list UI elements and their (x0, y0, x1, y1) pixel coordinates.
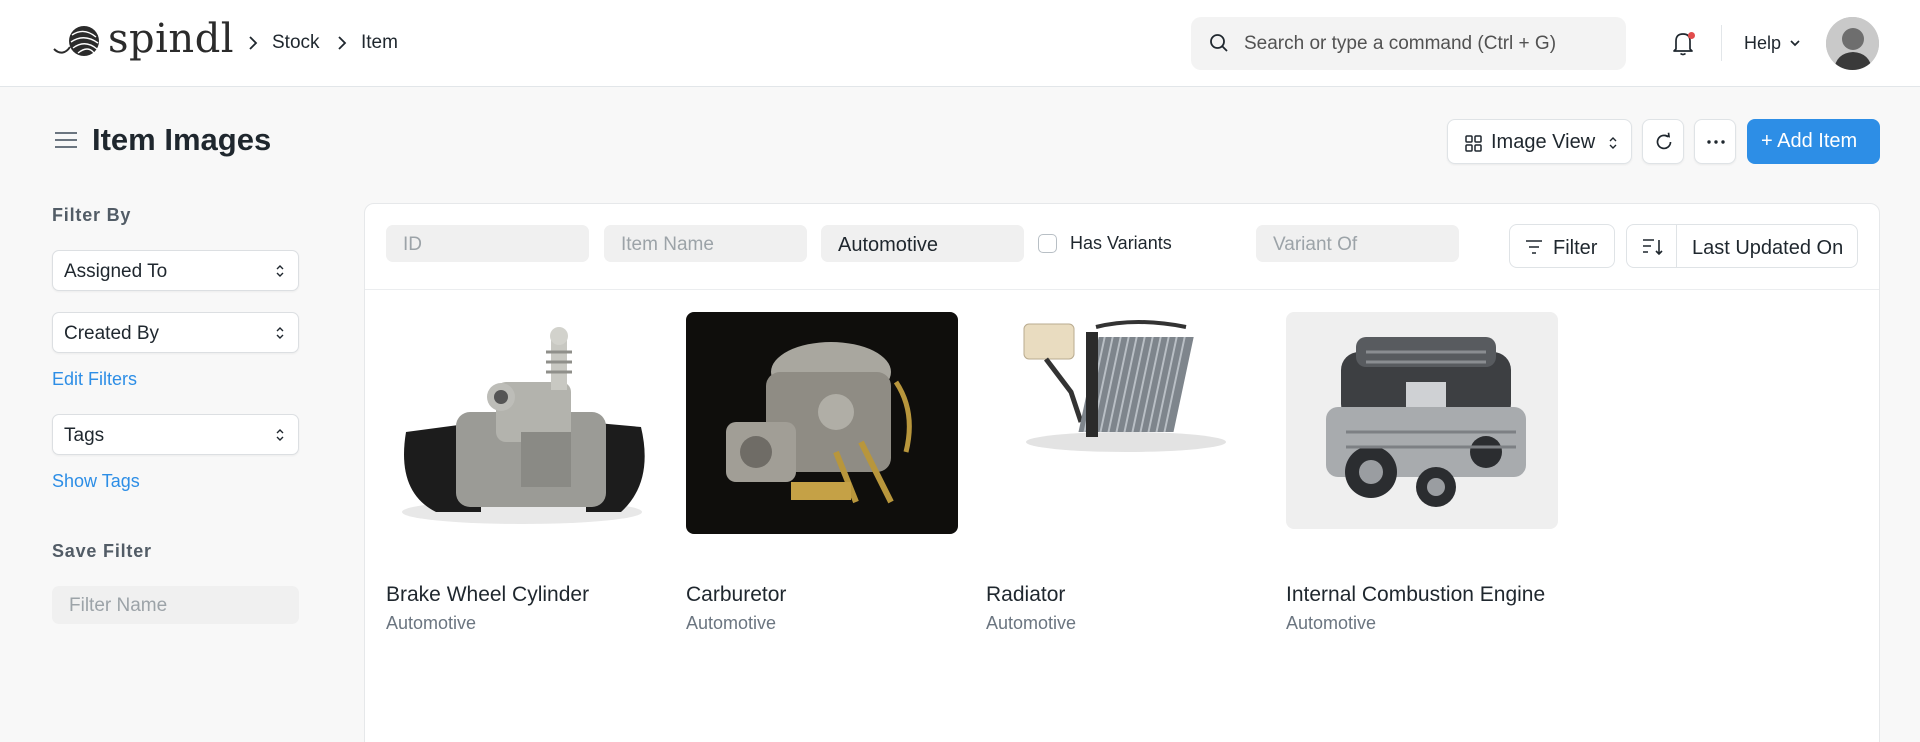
chevron-right-icon (249, 36, 258, 50)
search-icon (1210, 34, 1228, 52)
select-arrows-icon (276, 265, 284, 277)
item-group: Automotive (686, 613, 777, 633)
filter-name-placeholder: Filter Name (69, 595, 168, 616)
refresh-button[interactable] (1642, 119, 1684, 164)
refresh-icon (1656, 132, 1672, 150)
add-item-label: + Add Item (1761, 130, 1858, 152)
item-name[interactable]: Internal Combustion Engine (1286, 583, 1545, 607)
save-filter-heading: Save Filter (52, 541, 152, 561)
id-filter-placeholder: ID (403, 234, 422, 255)
show-tags-link[interactable]: Show Tags (52, 471, 140, 492)
created-by-label: Created By (64, 323, 160, 344)
item-name[interactable]: Brake Wheel Cylinder (386, 583, 589, 607)
has-variants-checkbox[interactable] (1038, 234, 1057, 253)
more-horizontal-icon (1707, 140, 1725, 144)
has-variants-label: Has Variants (1070, 233, 1172, 253)
assigned-to-label: Assigned To (64, 261, 168, 282)
variant-of-filter-placeholder: Variant Of (1273, 234, 1358, 255)
filter-lines-icon (1526, 240, 1542, 254)
item-group: Automotive (1286, 613, 1377, 633)
item-group-filter-value: Automotive (838, 234, 939, 256)
filter-name-input[interactable]: Filter Name (52, 586, 299, 624)
user-avatar[interactable] (1826, 17, 1879, 70)
carburetor-image[interactable] (686, 312, 958, 534)
yarn-ball-logo-icon (53, 26, 99, 56)
engine-image[interactable] (1286, 312, 1558, 529)
tags-label: Tags (64, 425, 105, 446)
filter-by-heading: Filter By (52, 205, 132, 225)
breadcrumb-stock[interactable]: Stock (272, 32, 320, 54)
created-by-select[interactable]: Created By (52, 312, 299, 353)
assigned-to-select[interactable]: Assigned To (52, 250, 299, 291)
item-group-filter-input[interactable]: Automotive (821, 225, 1024, 262)
item-name[interactable]: Radiator (986, 583, 1065, 607)
grid-icon (1465, 135, 1482, 152)
navbar: spindl Stock Item Search or type a comma… (0, 0, 1920, 87)
item-name-filter-input[interactable]: Item Name (604, 225, 807, 262)
edit-filters-link[interactable]: Edit Filters (52, 369, 137, 390)
page-title: Item Images (92, 122, 272, 157)
logo-text: spindl (108, 16, 235, 62)
notification-dot (1688, 32, 1695, 39)
select-arrows-icon (1609, 137, 1617, 149)
view-switcher-button[interactable]: Image View (1447, 119, 1632, 164)
add-item-button[interactable]: + Add Item (1747, 119, 1880, 164)
app-logo[interactable]: spindl (52, 16, 234, 62)
sort-descending-icon (1643, 239, 1663, 256)
breadcrumb-item[interactable]: Item (361, 32, 398, 54)
radiator-image[interactable] (986, 312, 1258, 534)
search-placeholder: Search or type a command (Ctrl + G) (1244, 33, 1557, 54)
sort-order-button[interactable] (1626, 224, 1677, 268)
item-name[interactable]: Carburetor (686, 583, 786, 607)
sidebar-toggle-icon[interactable] (54, 130, 78, 150)
select-arrows-icon (276, 327, 284, 339)
item-group: Automotive (386, 613, 477, 633)
chevron-down-icon[interactable] (1788, 36, 1802, 50)
item-image-panel: ID Item Name Automotive Has Variants Var… (364, 203, 1880, 742)
more-actions-button[interactable] (1694, 119, 1736, 164)
item-name-filter-placeholder: Item Name (621, 234, 714, 255)
navbar-divider (1721, 25, 1722, 61)
chevron-right-icon (338, 36, 347, 50)
sort-by-selector[interactable]: Last Updated On (1676, 224, 1858, 268)
tags-select[interactable]: Tags (52, 414, 299, 455)
brake-wheel-cylinder-image[interactable] (386, 312, 658, 534)
standard-filter-bar: ID Item Name Automotive Has Variants Var… (365, 204, 1879, 290)
search-bar[interactable]: Search or type a command (Ctrl + G) (1191, 17, 1626, 70)
id-filter-input[interactable]: ID (386, 225, 589, 262)
select-arrows-icon (276, 429, 284, 441)
view-switcher-label: Image View (1491, 131, 1596, 153)
filter-button[interactable]: Filter (1509, 224, 1615, 268)
help-menu[interactable]: Help (1744, 33, 1781, 54)
filter-button-label: Filter (1553, 237, 1598, 259)
item-group: Automotive (986, 613, 1077, 633)
variant-of-filter-input[interactable]: Variant Of (1256, 225, 1459, 262)
sort-by-label: Last Updated On (1692, 237, 1844, 259)
